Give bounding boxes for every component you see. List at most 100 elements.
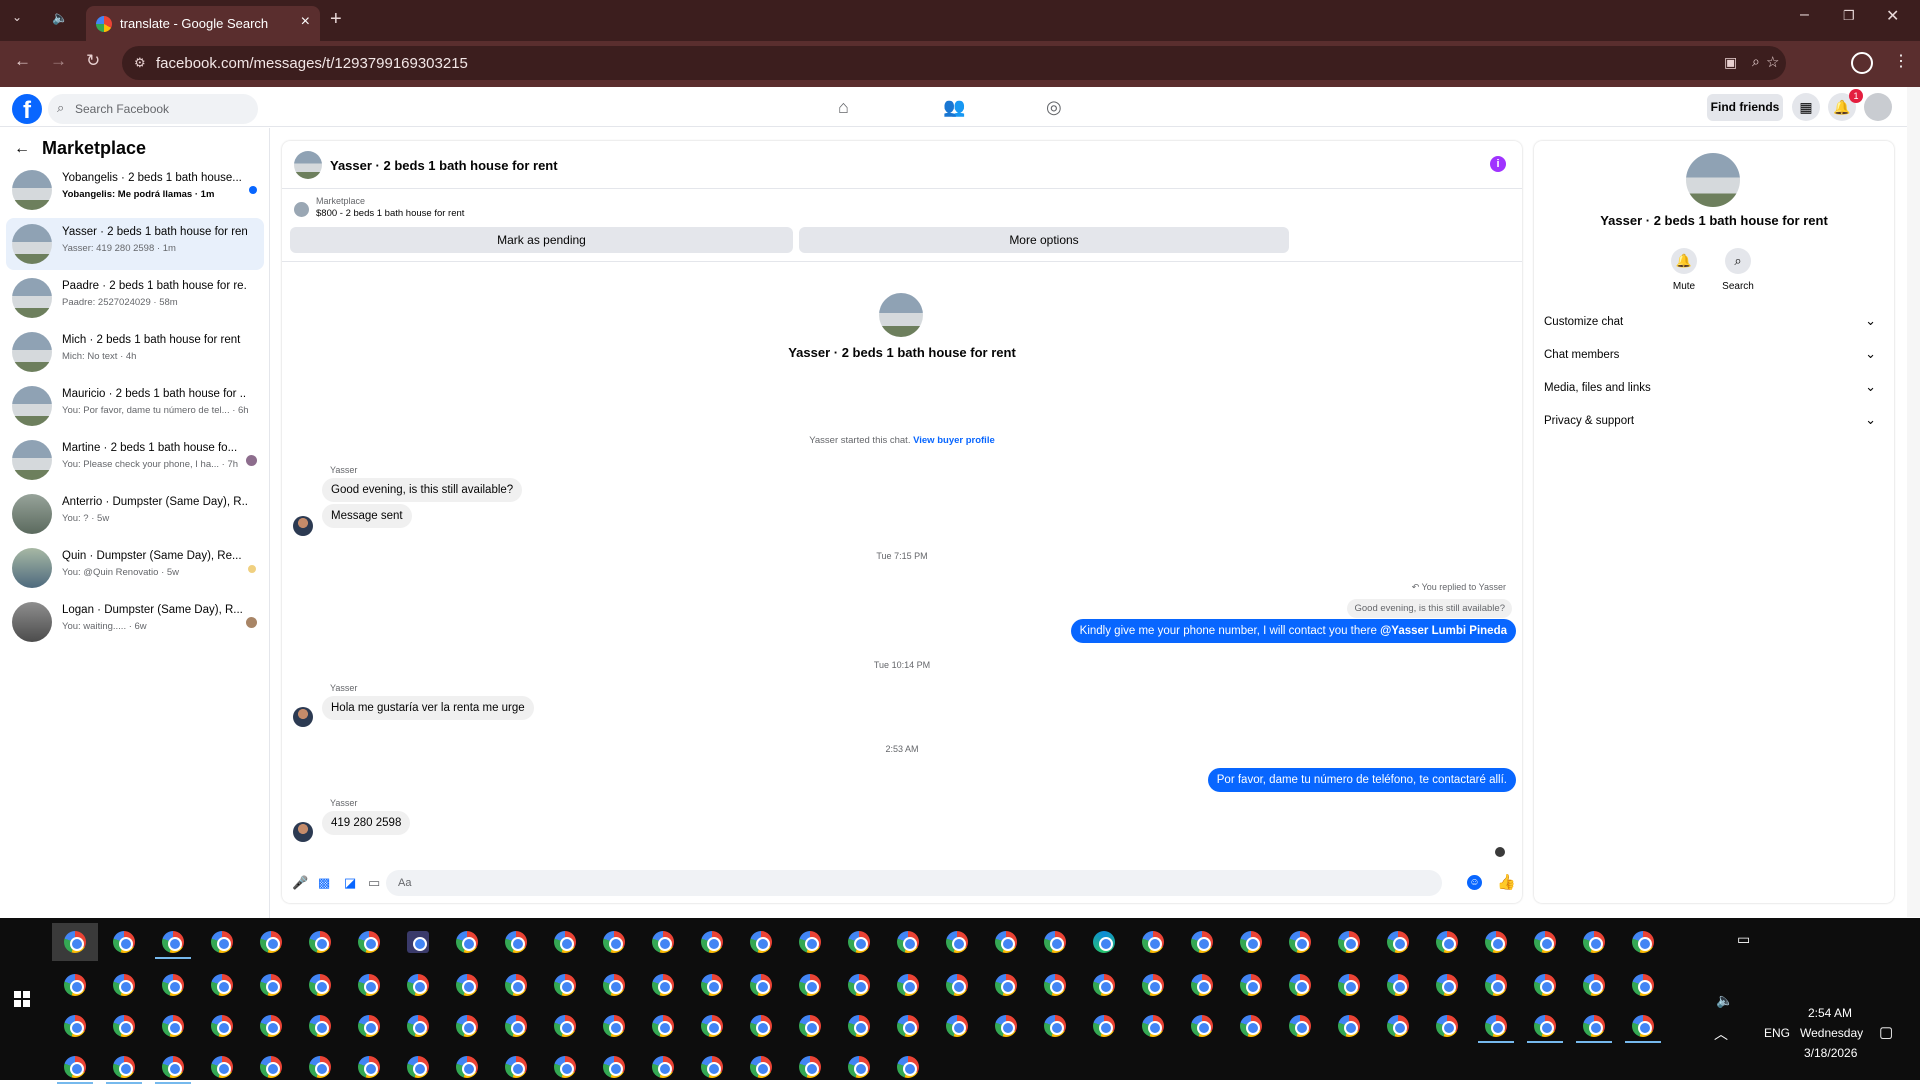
- chrome-taskbar-icon[interactable]: [1485, 1015, 1507, 1037]
- groups-icon[interactable]: ◎: [1046, 97, 1062, 118]
- chrome-taskbar-icon[interactable]: [1632, 931, 1654, 953]
- chrome-taskbar-icon[interactable]: [309, 1015, 331, 1037]
- menu-dots-icon[interactable]: ⋮: [1893, 51, 1909, 71]
- chrome-taskbar-icon[interactable]: [113, 974, 135, 996]
- chrome-taskbar-icon[interactable]: [64, 1015, 86, 1037]
- chrome-taskbar-icon[interactable]: [309, 974, 331, 996]
- chrome-taskbar-icon[interactable]: [848, 974, 870, 996]
- chrome-taskbar-icon[interactable]: [505, 931, 527, 953]
- chrome-taskbar-icon[interactable]: [750, 1056, 772, 1078]
- chrome-taskbar-icon[interactable]: [701, 974, 723, 996]
- chrome-taskbar-icon[interactable]: [1534, 931, 1556, 953]
- chrome-taskbar-icon[interactable]: [995, 974, 1017, 996]
- chrome-taskbar-icon[interactable]: [211, 931, 233, 953]
- language-indicator[interactable]: ENG: [1764, 1026, 1790, 1040]
- cast-icon[interactable]: ▣: [1724, 54, 1737, 71]
- chrome-taskbar-icon[interactable]: [799, 974, 821, 996]
- chrome-taskbar-icon[interactable]: [162, 1015, 184, 1037]
- chrome-taskbar-icon[interactable]: [750, 1015, 772, 1037]
- volume-icon[interactable]: 🔈: [1716, 992, 1733, 1009]
- thumbs-up-icon[interactable]: 👍: [1497, 873, 1516, 891]
- chrome-taskbar-icon[interactable]: [162, 974, 184, 996]
- chrome-taskbar-icon[interactable]: [897, 1015, 919, 1037]
- quoted-message[interactable]: Good evening, is this still available?: [1347, 599, 1512, 618]
- audio-icon[interactable]: 🔈: [52, 10, 68, 26]
- incoming-message[interactable]: 419 280 2598: [322, 811, 411, 835]
- restore-button[interactable]: ❐: [1843, 8, 1855, 24]
- chrome-taskbar-icon[interactable]: [358, 1015, 380, 1037]
- chrome-taskbar-icon[interactable]: [64, 931, 86, 953]
- chat-members-section[interactable]: Chat members ⌄: [1544, 344, 1884, 368]
- chrome-taskbar-icon[interactable]: [358, 931, 380, 953]
- chrome-taskbar-icon[interactable]: [799, 931, 821, 953]
- chrome-taskbar-icon[interactable]: [260, 974, 282, 996]
- chrome-taskbar-icon[interactable]: [1387, 974, 1409, 996]
- chrome-taskbar-icon[interactable]: [1191, 1015, 1213, 1037]
- chrome-taskbar-icon[interactable]: [995, 1015, 1017, 1037]
- omnibox[interactable]: ⚙ facebook.com/messages/t/12937991693032…: [122, 46, 1786, 80]
- chrome-taskbar-icon[interactable]: [113, 1015, 135, 1037]
- chrome-taskbar-icon[interactable]: [848, 1015, 870, 1037]
- chrome-taskbar-icon[interactable]: [1436, 974, 1458, 996]
- chrome-taskbar-icon[interactable]: [1240, 931, 1262, 953]
- chrome-taskbar-icon[interactable]: [456, 1015, 478, 1037]
- chrome-taskbar-icon[interactable]: [1240, 1015, 1262, 1037]
- chrome-taskbar-icon[interactable]: [1632, 1015, 1654, 1037]
- chrome-taskbar-icon[interactable]: [407, 1015, 429, 1037]
- customize-chat-section[interactable]: Customize chat ⌄: [1544, 311, 1884, 335]
- chrome-taskbar-icon[interactable]: [456, 974, 478, 996]
- chrome-taskbar-icon[interactable]: [407, 974, 429, 996]
- emoji-icon[interactable]: ☺: [1467, 875, 1482, 890]
- new-tab-button[interactable]: +: [330, 8, 342, 31]
- sender-avatar[interactable]: [293, 822, 313, 842]
- chrome-taskbar-icon[interactable]: [995, 931, 1017, 953]
- search-facebook-input[interactable]: ⌕ Search Facebook: [48, 94, 258, 124]
- chrome-taskbar-icon[interactable]: [505, 974, 527, 996]
- chrome-taskbar-icon[interactable]: [1044, 931, 1066, 953]
- chrome-taskbar-icon[interactable]: [652, 1056, 674, 1078]
- site-info-icon[interactable]: ⚙: [134, 55, 146, 71]
- chrome-taskbar-icon[interactable]: [1142, 974, 1164, 996]
- chrome-taskbar-icon[interactable]: [1338, 1015, 1360, 1037]
- conversation-item[interactable]: Paadre · 2 beds 1 bath house for re... P…: [6, 272, 264, 324]
- view-buyer-profile-link[interactable]: View buyer profile: [913, 435, 995, 446]
- facebook-logo-icon[interactable]: f: [12, 94, 42, 124]
- sticker-icon[interactable]: ◪: [344, 875, 356, 891]
- zoom-icon[interactable]: ⌕: [1752, 53, 1760, 70]
- incoming-message[interactable]: Hola me gustaría ver la renta me urge: [322, 696, 534, 720]
- chrome-taskbar-icon[interactable]: [1044, 974, 1066, 996]
- chrome-taskbar-icon[interactable]: [505, 1056, 527, 1078]
- chrome-taskbar-icon[interactable]: [1044, 1015, 1066, 1037]
- chrome-taskbar-icon[interactable]: [1093, 1015, 1115, 1037]
- chrome-taskbar-icon[interactable]: [1583, 1015, 1605, 1037]
- chrome-taskbar-icon[interactable]: [162, 931, 184, 953]
- outgoing-message[interactable]: Por favor, dame tu número de teléfono, t…: [1207, 768, 1516, 792]
- url-text[interactable]: facebook.com/messages/t/1293799169303215: [156, 55, 468, 72]
- clock-time[interactable]: 2:54 AM: [1808, 1006, 1852, 1020]
- windows-start-icon[interactable]: [14, 991, 30, 1007]
- close-tab-icon[interactable]: ×: [301, 13, 310, 31]
- message-input[interactable]: Aa: [386, 870, 1442, 896]
- chrome-taskbar-icon[interactable]: [64, 974, 86, 996]
- reload-icon[interactable]: ↻: [86, 51, 100, 71]
- bookmark-star-icon[interactable]: ☆: [1766, 53, 1779, 71]
- chrome-taskbar-icon[interactable]: [407, 1056, 429, 1078]
- app-taskbar-icon[interactable]: [407, 931, 429, 953]
- chrome-taskbar-icon[interactable]: [603, 1015, 625, 1037]
- tab-list-icon[interactable]: ⌄: [12, 10, 22, 24]
- chrome-taskbar-icon[interactable]: [1191, 974, 1213, 996]
- chrome-taskbar-icon[interactable]: [554, 974, 576, 996]
- chat-title[interactable]: Yasser · 2 beds 1 bath house for rent: [330, 158, 558, 173]
- chrome-taskbar-icon[interactable]: [652, 974, 674, 996]
- minimize-button[interactable]: –: [1800, 6, 1809, 24]
- more-options-button[interactable]: More options: [799, 227, 1289, 253]
- conversation-item[interactable]: Mauricio · 2 beds 1 bath house for ... Y…: [6, 380, 264, 432]
- menu-grid-icon[interactable]: ▦: [1792, 93, 1820, 121]
- page-scrollbar[interactable]: [1907, 87, 1920, 917]
- chrome-taskbar-icon[interactable]: [554, 931, 576, 953]
- details-avatar[interactable]: [1686, 153, 1740, 207]
- chrome-taskbar-icon[interactable]: [1534, 1015, 1556, 1037]
- close-window-button[interactable]: ✕: [1886, 6, 1899, 26]
- sender-avatar[interactable]: [293, 516, 313, 536]
- chrome-taskbar-icon[interactable]: [1240, 974, 1262, 996]
